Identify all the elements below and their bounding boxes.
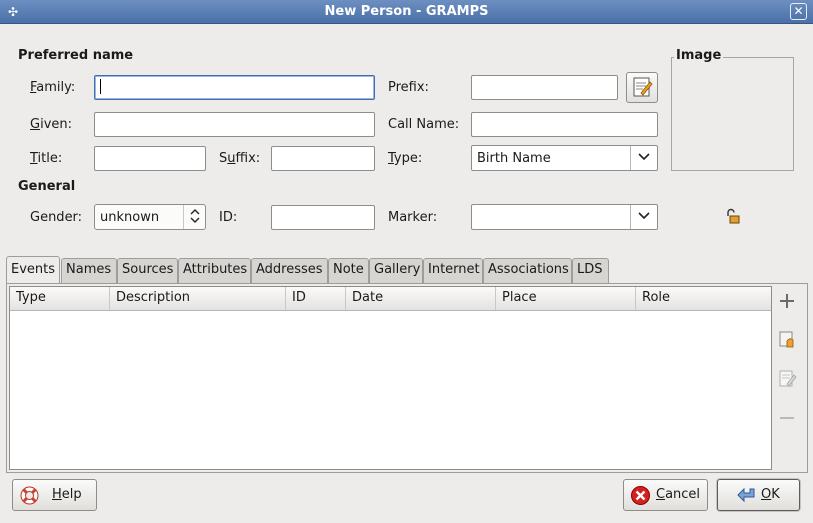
- callname-label: Call Name:: [388, 117, 460, 132]
- type-label: Type:: [388, 151, 423, 166]
- tab-sources[interactable]: Sources: [117, 258, 178, 283]
- column-id[interactable]: ID: [286, 287, 346, 310]
- tab-lds[interactable]: LDS: [572, 258, 609, 283]
- lifebuoy-icon: [20, 486, 39, 505]
- column-role[interactable]: Role: [636, 287, 773, 310]
- id-label: ID:: [219, 210, 238, 225]
- gender-label: Gender:: [30, 210, 83, 225]
- type-combo[interactable]: Birth Name: [471, 145, 658, 171]
- tab-gallery[interactable]: Gallery: [369, 258, 423, 283]
- ok-label: OK: [761, 487, 780, 502]
- cancel-button[interactable]: Cancel: [623, 479, 708, 511]
- tab-internet[interactable]: Internet: [423, 258, 483, 283]
- cancel-label: Cancel: [656, 487, 701, 502]
- family-input[interactable]: [94, 75, 375, 100]
- tab-addresses[interactable]: Addresses: [251, 258, 328, 283]
- id-input[interactable]: [271, 205, 375, 230]
- events-table-header: Type Description ID Date Place Role: [10, 287, 771, 311]
- callname-input[interactable]: [471, 112, 658, 137]
- suffix-input[interactable]: [271, 146, 375, 171]
- given-label: Given:: [30, 117, 73, 132]
- add-icon: [780, 294, 794, 308]
- edit-name-button[interactable]: [626, 72, 658, 103]
- up-down-arrows-icon: [183, 205, 205, 229]
- type-combo-value: Birth Name: [477, 151, 551, 166]
- help-label: Help: [52, 487, 82, 502]
- column-place[interactable]: Place: [496, 287, 636, 310]
- chevron-down-icon[interactable]: [630, 146, 657, 170]
- title-input[interactable]: [94, 146, 206, 171]
- column-description[interactable]: Description: [110, 287, 286, 310]
- prefix-input[interactable]: [471, 75, 618, 100]
- tab-attributes[interactable]: Attributes: [178, 258, 251, 283]
- preferred-name-heading: Preferred name: [18, 48, 134, 63]
- close-icon[interactable]: ✕: [790, 3, 807, 20]
- tab-associations[interactable]: Associations: [483, 258, 572, 283]
- help-button[interactable]: Help: [12, 479, 97, 511]
- tab-note[interactable]: Note: [328, 258, 369, 283]
- edit-button[interactable]: [771, 364, 803, 394]
- cancel-icon: [631, 486, 650, 505]
- ok-arrow-icon: [737, 487, 755, 503]
- events-table[interactable]: Type Description ID Date Place Role: [9, 286, 772, 470]
- general-heading: General: [18, 179, 76, 194]
- window-titlebar: ✣ New Person - GRAMPS ✕: [0, 0, 813, 24]
- ok-button[interactable]: OK: [717, 479, 800, 511]
- tab-events[interactable]: Events: [6, 256, 60, 283]
- given-input[interactable]: [94, 112, 375, 137]
- remove-icon: [780, 417, 794, 419]
- share-existing-icon: [779, 331, 794, 348]
- share-existing-button[interactable]: [771, 325, 803, 355]
- column-date[interactable]: Date: [346, 287, 496, 310]
- column-type[interactable]: Type: [10, 287, 110, 310]
- marker-combo[interactable]: [471, 204, 658, 230]
- unlocked-padlock-icon[interactable]: [725, 208, 741, 229]
- tab-names[interactable]: Names: [61, 258, 117, 283]
- image-frame[interactable]: [671, 57, 794, 171]
- family-label: Family:: [30, 80, 76, 95]
- remove-button[interactable]: [771, 403, 803, 433]
- prefix-label: Prefix:: [388, 80, 429, 95]
- chevron-down-icon[interactable]: [630, 205, 657, 229]
- edit-icon: [779, 370, 797, 387]
- gender-value: unknown: [100, 210, 160, 225]
- suffix-label: Suffix:: [219, 151, 261, 166]
- marker-label: Marker:: [388, 210, 438, 225]
- add-button[interactable]: [771, 286, 803, 316]
- image-frame-label: Image: [674, 48, 724, 63]
- window-title: New Person - GRAMPS: [324, 4, 489, 19]
- edit-name-icon: [633, 77, 653, 97]
- gender-select[interactable]: unknown: [94, 204, 206, 230]
- title-label: Title:: [30, 151, 63, 166]
- events-panel: Type Description ID Date Place Role: [6, 283, 808, 473]
